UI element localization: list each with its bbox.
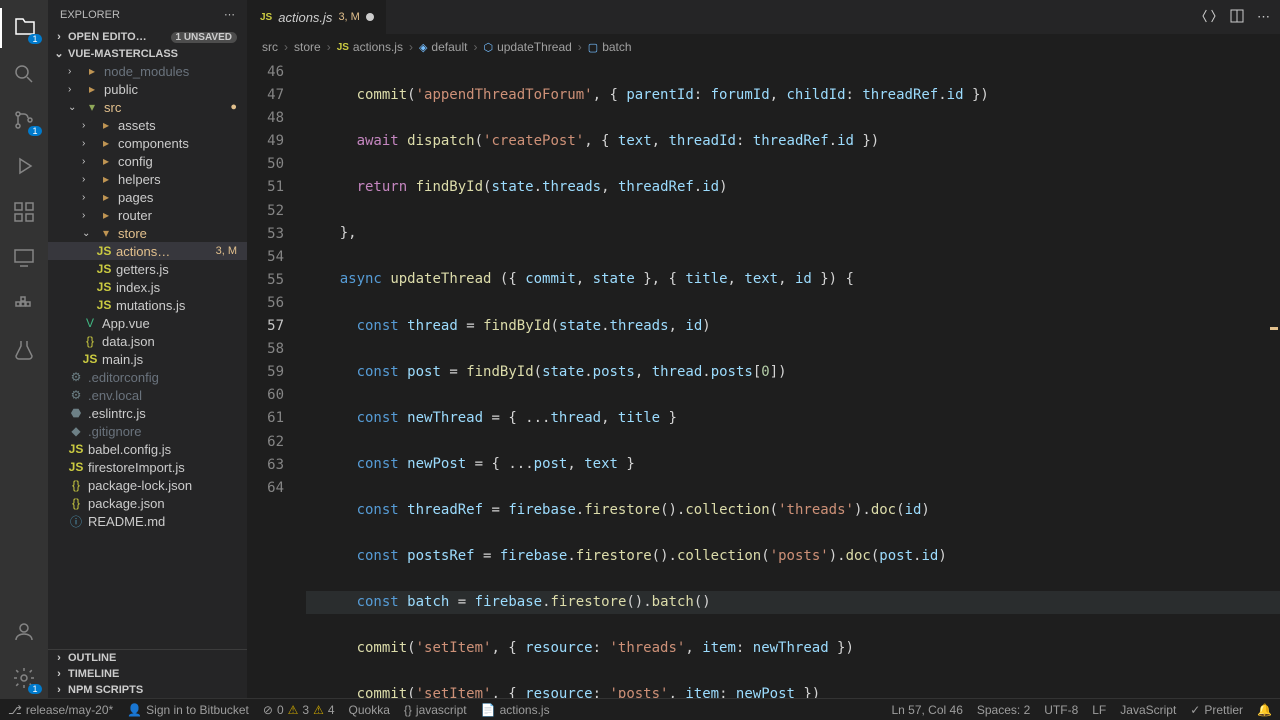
folder-pages[interactable]: ›▸pages (48, 188, 247, 206)
status-branch[interactable]: ⎇ release/may-20* (8, 703, 113, 717)
status-file[interactable]: 📄 actions.js (481, 703, 550, 717)
extensions-activity-icon[interactable] (0, 192, 48, 232)
status-bell-icon[interactable]: 🔔 (1257, 703, 1272, 717)
open-editors-section[interactable]: ›OPEN EDITO… 1 UNSAVED (48, 29, 247, 45)
editor-area: JS actions.js 3, M ⋯ src› store› JSactio… (248, 0, 1280, 698)
status-cursor[interactable]: Ln 57, Col 46 (891, 703, 962, 717)
tab-actions[interactable]: JS actions.js 3, M (248, 0, 387, 34)
file-actions[interactable]: JSactions…3, M (48, 242, 247, 260)
timeline-section[interactable]: ›TIMELINE (48, 666, 247, 682)
status-bar: ⎇ release/may-20* 👤 Sign in to Bitbucket… (0, 698, 1280, 720)
file-readme[interactable]: ⓘREADME.md (48, 512, 247, 530)
status-eol[interactable]: LF (1092, 703, 1106, 717)
compare-icon[interactable] (1201, 8, 1217, 27)
folder-store[interactable]: ⌄▾store (48, 224, 247, 242)
explorer-sidebar: EXPLORER⋯ ›OPEN EDITO… 1 UNSAVED ⌄VUE-MA… (48, 0, 248, 698)
minimap[interactable] (1266, 59, 1280, 698)
split-editor-icon[interactable] (1229, 8, 1245, 27)
folder-components[interactable]: ›▸components (48, 134, 247, 152)
docker-activity-icon[interactable] (0, 284, 48, 324)
folder-config[interactable]: ›▸config (48, 152, 247, 170)
tab-bar: JS actions.js 3, M ⋯ (248, 0, 1280, 35)
status-encoding[interactable]: UTF-8 (1044, 703, 1078, 717)
folder-assets[interactable]: ›▸assets (48, 116, 247, 134)
remote-activity-icon[interactable] (0, 238, 48, 278)
file-envlocal[interactable]: ⚙.env.local (48, 386, 247, 404)
line-gutter: 464748 495051 525354 555657 585960 61626… (248, 59, 298, 698)
file-index[interactable]: JSindex.js (48, 278, 247, 296)
file-gitignore[interactable]: ◆.gitignore (48, 422, 247, 440)
status-problems[interactable]: ⊘0 ⚠3 ⚠4 (263, 703, 335, 717)
folder-public[interactable]: ›▸public (48, 80, 247, 98)
settings-icon[interactable]: 1 (0, 658, 48, 698)
status-quokka[interactable]: Quokka (349, 703, 390, 717)
status-prettier[interactable]: ✓ Prettier (1190, 703, 1243, 717)
code-editor[interactable]: 464748 495051 525354 555657 585960 61626… (248, 59, 1280, 698)
scm-activity-icon[interactable]: 1 (0, 100, 48, 140)
breadcrumbs[interactable]: src› store› JSactions.js› ◈default› ⬡upd… (248, 35, 1280, 59)
file-firestoreimport[interactable]: JSfirestoreImport.js (48, 458, 247, 476)
account-icon[interactable] (0, 612, 48, 652)
outline-section[interactable]: ›OUTLINE (48, 650, 247, 666)
activity-bar: 1 1 1 (0, 0, 48, 698)
file-eslintrc[interactable]: ⬣.eslintrc.js (48, 404, 247, 422)
file-datajson[interactable]: {}data.json (48, 332, 247, 350)
file-pkglock[interactable]: {}package-lock.json (48, 476, 247, 494)
file-babel[interactable]: JSbabel.config.js (48, 440, 247, 458)
file-tree: ›▸node_modules ›▸public ⌄▾src● ›▸assets … (48, 62, 247, 649)
file-getters[interactable]: JSgetters.js (48, 260, 247, 278)
debug-activity-icon[interactable] (0, 146, 48, 186)
status-lang-pre[interactable]: {} javascript (404, 703, 467, 717)
project-section[interactable]: ⌄VUE-MASTERCLASS (48, 45, 247, 62)
unsaved-dot-icon (366, 13, 374, 21)
folder-node-modules[interactable]: ›▸node_modules (48, 62, 247, 80)
file-appvue[interactable]: VApp.vue (48, 314, 247, 332)
file-pkg[interactable]: {}package.json (48, 494, 247, 512)
folder-src[interactable]: ⌄▾src● (48, 98, 247, 116)
search-activity-icon[interactable] (0, 54, 48, 94)
file-editorconfig[interactable]: ⚙.editorconfig (48, 368, 247, 386)
status-signin[interactable]: 👤 Sign in to Bitbucket (127, 703, 249, 717)
npm-section[interactable]: ›NPM SCRIPTS (48, 682, 247, 698)
explorer-title: EXPLORER⋯ (48, 0, 247, 29)
status-language[interactable]: JavaScript (1120, 703, 1176, 717)
explorer-activity-icon[interactable]: 1 (0, 8, 48, 48)
file-mainjs[interactable]: JSmain.js (48, 350, 247, 368)
folder-helpers[interactable]: ›▸helpers (48, 170, 247, 188)
testing-activity-icon[interactable] (0, 330, 48, 370)
folder-router[interactable]: ›▸router (48, 206, 247, 224)
file-mutations[interactable]: JSmutations.js (48, 296, 247, 314)
more-icon[interactable]: ⋯ (1257, 9, 1270, 25)
status-spaces[interactable]: Spaces: 2 (977, 703, 1030, 717)
